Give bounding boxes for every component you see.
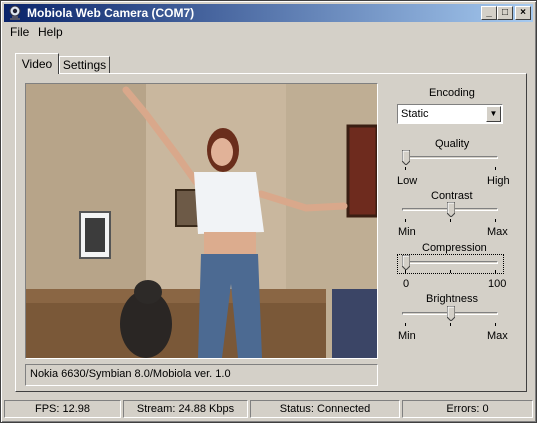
window-title: Mobiola Web Camera (COM7) [27,6,195,20]
quality-label: Quality [435,138,470,150]
contrast-tick-max [495,219,496,222]
encoding-select[interactable]: Static ▼ [397,104,503,124]
status-stream: Stream: 24.88 Kbps [123,400,248,418]
video-frame-image [26,84,377,358]
tab-video-label: Video [21,57,53,71]
quality-slider-thumb[interactable] [402,150,410,165]
brightness-label: Brightness [426,293,478,305]
title-bar[interactable]: Mobiola Web Camera (COM7) _ □ × [4,4,533,22]
contrast-tick-min [405,219,406,222]
webcam-icon [9,5,21,20]
tab-settings[interactable]: Settings [59,56,110,73]
compression-tick-mid [450,270,451,273]
tab-settings-label: Settings [62,58,107,72]
compression-slider-track[interactable] [402,261,498,264]
compression-min-label: 0 [403,278,410,290]
close-button[interactable]: × [515,6,531,20]
brightness-tick-mid [450,323,451,326]
brightness-max-label: Max [487,330,508,342]
quality-slider-track[interactable] [402,156,498,159]
brightness-tick-max [495,323,496,326]
app-window: Mobiola Web Camera (COM7) _ □ × File Hel… [0,0,537,423]
status-errors: Errors: 0 [402,400,533,418]
contrast-max-label: Max [487,226,508,238]
encoding-label: Encoding [429,87,475,99]
maximize-button[interactable]: □ [497,6,513,20]
contrast-tick-mid [450,219,451,222]
compression-slider-thumb[interactable] [402,255,410,270]
menu-file[interactable]: File [10,25,29,39]
menu-bar: File Help [4,23,533,41]
quality-max-label: High [487,175,510,187]
tab-video[interactable]: Video [15,53,59,74]
status-connection: Status: Connected [250,400,400,418]
chevron-down-icon[interactable]: ▼ [486,106,501,122]
status-fps: FPS: 12.98 [4,400,121,418]
menu-help[interactable]: Help [38,25,63,39]
contrast-slider-thumb[interactable] [447,202,455,217]
brightness-tick-min [405,323,406,326]
video-preview [25,83,378,359]
compression-tick-min [405,270,406,273]
status-bar: FPS: 12.98 Stream: 24.88 Kbps Status: Co… [4,400,533,419]
compression-tick-max [495,270,496,273]
quality-tick-max [495,167,496,170]
contrast-label: Contrast [431,190,473,202]
compression-max-label: 100 [488,278,507,290]
brightness-min-label: Min [398,330,416,342]
device-info-caption: Nokia 6630/Symbian 8.0/Mobiola ver. 1.0 [25,364,378,386]
quality-min-label: Low [397,175,418,187]
contrast-min-label: Min [398,226,416,238]
quality-tick-min [405,167,406,170]
encoding-value: Static [401,108,429,120]
minimize-button[interactable]: _ [481,6,497,20]
compression-label: Compression [422,242,487,254]
brightness-slider-thumb[interactable] [447,306,455,321]
